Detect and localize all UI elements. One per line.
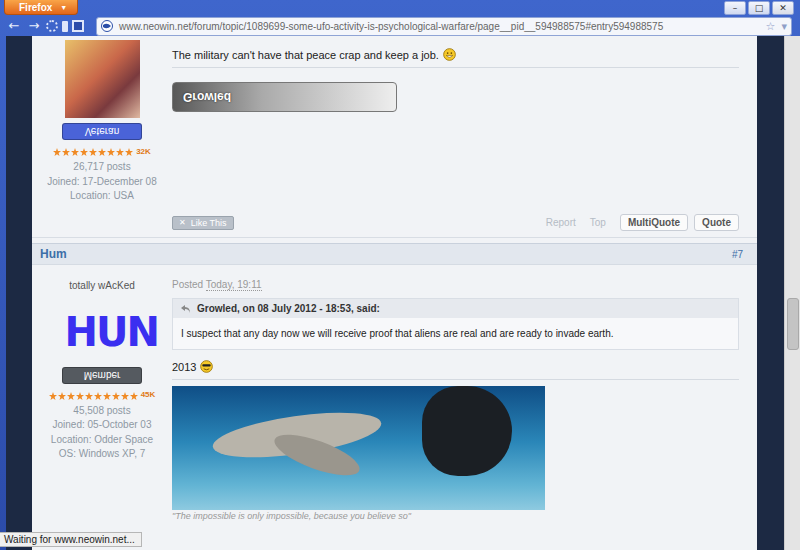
post-body: Posted Today, 19:11 Growled, on 08 July 2… [172, 265, 757, 527]
post-body: The military can't have that peace crap … [172, 36, 757, 237]
star-icon [49, 392, 57, 400]
report-link[interactable]: Report [546, 217, 576, 228]
history-dropdown-button[interactable]: ▾ [781, 20, 787, 33]
like-button[interactable]: ✕Like This [172, 216, 234, 230]
star-icon [130, 392, 138, 400]
post-text: The military can't have that peace crap … [172, 48, 739, 61]
post: totally wAcKed HUN Member 45K 45,508 postsJo… [32, 265, 757, 527]
star-icon [125, 148, 133, 156]
star-icon [112, 392, 120, 400]
multiquote-button[interactable]: MultiQuote [620, 214, 688, 231]
navigation-bar: ←→ www.neowin.net/forum/topic/1089699-som… [0, 16, 800, 36]
signature-caption: "The impossible is only impossible, beca… [172, 511, 739, 521]
device-icon[interactable] [62, 21, 68, 32]
star-icon [85, 392, 93, 400]
signature-divider [172, 379, 739, 380]
user-stat: Location: USA [70, 189, 134, 204]
quote-block: Growled, on 08 July 2012 - 18:53, said:I… [172, 298, 739, 350]
max-button[interactable]: □ [748, 1, 770, 15]
star-icon [94, 392, 102, 400]
avatar[interactable] [65, 40, 140, 118]
viewport: Veteran 32K 26,717 postsJoined: 17-Decembe… [0, 36, 800, 550]
title-bar: Firefox▼ –□✕ [0, 0, 800, 16]
quote-text: I suspect that any day now we will recei… [173, 318, 738, 349]
close-button[interactable]: ✕ [772, 1, 794, 15]
rank-pips: 45K [49, 390, 156, 402]
signature-banner: Growled [172, 82, 397, 112]
status-bar: Waiting for www.neowin.net... [0, 532, 142, 547]
post-date: Posted Today, 19:11 [172, 279, 739, 290]
quote-button[interactable]: Quote [694, 214, 739, 231]
firefox-menu-button[interactable]: Firefox▼ [4, 0, 78, 15]
star-icon [89, 148, 97, 156]
quote-header: Growled, on 08 July 2012 - 18:53, said: [173, 299, 738, 318]
group-badge: Member [62, 367, 142, 384]
star-icon [53, 148, 61, 156]
star-icon [58, 392, 66, 400]
signature: "The impossible is only impossible, beca… [172, 386, 739, 521]
user-info: Veteran 32K 26,717 postsJoined: 17-Decembe… [32, 36, 172, 237]
forward-button[interactable]: → [26, 18, 42, 34]
star-icon [103, 392, 111, 400]
addon-icon[interactable] [46, 20, 58, 32]
scrollbar-thumb[interactable] [787, 298, 799, 350]
post: Veteran 32K 26,717 postsJoined: 17-Decembe… [32, 36, 757, 238]
star-icon [80, 148, 88, 156]
user-stat: Joined: 05-October 03 [53, 418, 152, 433]
post-number[interactable]: #7 [732, 249, 743, 260]
scrollbar[interactable] [784, 36, 800, 550]
browser-window: Firefox▼ –□✕ ←→ www.neowin.net/forum/topic/… [0, 0, 800, 550]
address-bar[interactable]: www.neowin.net/forum/topic/1089699-some-… [96, 17, 792, 36]
cool-smiley-icon [200, 360, 213, 373]
star-icon [107, 148, 115, 156]
top-link[interactable]: Top [590, 217, 606, 228]
grin-smiley-icon [443, 48, 456, 61]
user-stat: 45,508 posts [73, 404, 130, 419]
forum-thread: Veteran 32K 26,717 postsJoined: 17-Decembe… [32, 36, 757, 550]
bookmark-button[interactable]: ☆ [766, 20, 776, 33]
star-icon [121, 392, 129, 400]
globe-icon [101, 20, 113, 32]
rank-pips: 32K [53, 146, 151, 158]
page: Veteran 32K 26,717 postsJoined: 17-Decembe… [6, 36, 784, 550]
signature-photo [172, 386, 545, 510]
star-icon [67, 392, 75, 400]
user-stat: OS: Windows XP, 7 [59, 447, 146, 462]
star-icon [98, 148, 106, 156]
window-icon[interactable] [72, 20, 84, 32]
back-button[interactable]: ← [6, 18, 22, 34]
user-title: totally wAcKed [69, 279, 135, 294]
star-icon [76, 392, 84, 400]
user-stat: 26,717 posts [73, 160, 130, 175]
group-badge: Veteran [62, 123, 142, 140]
post-header: Hum #7 [32, 243, 757, 265]
star-icon [116, 148, 124, 156]
post-text: 2013 [172, 360, 739, 373]
min-button[interactable]: – [724, 1, 746, 15]
star-icon [71, 148, 79, 156]
post-footer: ✕Like This Report Top MultiQuote Quote [172, 214, 739, 231]
post-author[interactable]: Hum [40, 247, 67, 261]
avatar[interactable]: HUN [65, 302, 140, 362]
star-icon [62, 148, 70, 156]
user-stat: Location: Odder Space [51, 433, 153, 448]
user-stat: Joined: 17-December 08 [47, 175, 157, 190]
signature-divider [172, 67, 739, 68]
reply-arrow-icon [181, 305, 191, 313]
user-info: totally wAcKed HUN Member 45K 45,508 postsJo… [32, 265, 172, 527]
